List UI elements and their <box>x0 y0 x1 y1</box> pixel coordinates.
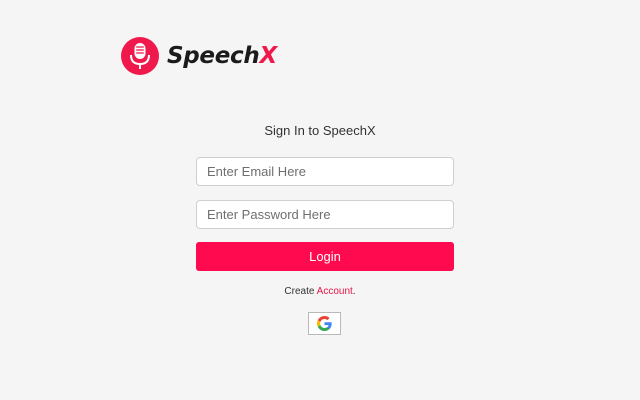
google-signin-button[interactable] <box>308 312 341 335</box>
logo-wordmark-main: Speech <box>167 43 260 69</box>
create-account-prefix: Create <box>284 286 315 297</box>
page-title: Sign In to SpeechX <box>264 123 376 138</box>
logo-wordmark-accent: X <box>259 43 277 69</box>
create-account-suffix: . <box>352 286 356 297</box>
microphone-icon <box>121 37 159 75</box>
logo-wordmark: SpeechX <box>167 37 277 75</box>
create-account-text: Create Account. <box>0 284 640 300</box>
password-input[interactable] <box>196 200 454 229</box>
email-input[interactable] <box>196 157 454 186</box>
app-logo[interactable]: SpeechX <box>121 37 277 75</box>
login-button[interactable]: Login <box>196 242 454 271</box>
create-account-link[interactable]: Account <box>317 286 353 297</box>
google-icon <box>317 316 332 331</box>
